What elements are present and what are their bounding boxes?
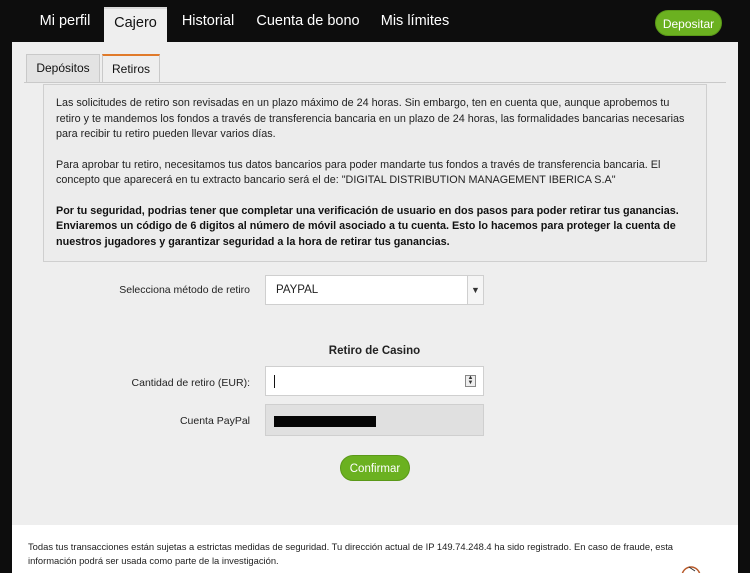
tab-mi-perfil[interactable]: Mi perfil	[26, 7, 104, 42]
text-caret	[274, 375, 275, 388]
confirm-button[interactable]: Confirmar	[340, 455, 410, 481]
info-paragraph-review-time: Las solicitudes de retiro son revisadas …	[56, 97, 685, 140]
paypal-label: Cuenta PayPal	[179, 415, 250, 427]
cashier-panel: Depósitos Retiros Las solicitudes de ret…	[12, 42, 738, 525]
tab-mis-limites[interactable]: Mis límites	[370, 7, 460, 42]
tab-historial[interactable]: Historial	[170, 7, 246, 42]
security-footer: Todas tus transacciones están sujetas a …	[12, 525, 738, 573]
info-paragraph-bank-details: Para aprobar tu retiro, necesitamos tus …	[56, 158, 661, 187]
deposit-button[interactable]: Depositar	[655, 10, 722, 36]
section-title: Retiro de Casino	[328, 345, 421, 357]
tab-cuenta-de-bono[interactable]: Cuenta de bono	[250, 7, 366, 42]
stepper-icon[interactable]: ▲ ▼	[465, 375, 476, 387]
amount-label: Cantidad de retiro (EUR):	[131, 377, 250, 389]
redacted-email	[274, 416, 376, 427]
withdrawal-method-select[interactable]: PAYPAL ▼	[265, 275, 484, 305]
seal-icon	[681, 566, 701, 573]
method-label: Selecciona método de retiro	[119, 284, 250, 296]
subtab-retiros[interactable]: Retiros	[102, 54, 160, 83]
withdrawal-method-value: PAYPAL	[276, 284, 319, 296]
top-navigation: Mi perfil Cajero Historial Cuenta de bon…	[0, 0, 750, 42]
amount-input[interactable]: ▲ ▼	[265, 366, 484, 396]
info-paragraph-security: Por tu seguridad, podrias tener que comp…	[56, 204, 679, 248]
tab-cajero[interactable]: Cajero	[104, 7, 167, 42]
paypal-account-field	[265, 404, 484, 436]
security-notice: Todas tus transacciones están sujetas a …	[28, 541, 674, 566]
subtab-divider	[24, 82, 726, 83]
withdrawal-info-box: Las solicitudes de retiro son revisadas …	[43, 84, 707, 262]
chevron-down-icon[interactable]: ▼	[467, 276, 483, 304]
subtab-depositos[interactable]: Depósitos	[26, 54, 100, 82]
